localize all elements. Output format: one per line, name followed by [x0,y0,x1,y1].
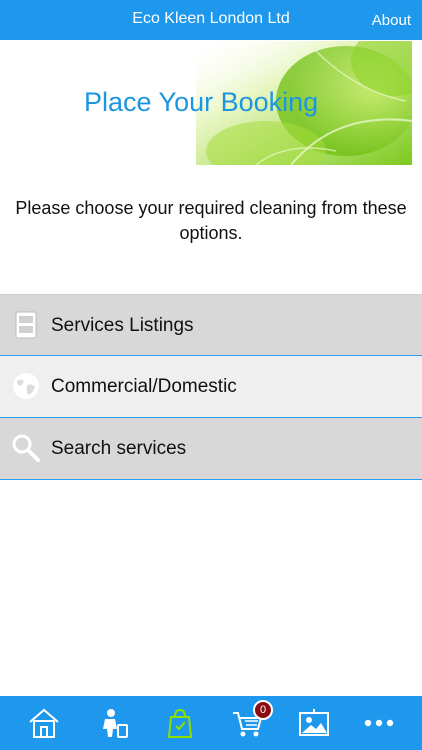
gallery-icon [299,709,329,736]
menu-item-label: Services Listings [51,315,194,336]
menu-item-label: Search services [51,438,187,459]
banner-title: Place Your Booking [84,87,319,117]
globe-icon [13,373,39,399]
booking-banner: Place Your Booking [0,41,412,165]
tab-more[interactable] [350,696,410,750]
menu-item-search-services[interactable]: Search services [0,418,422,480]
cleaner-icon [103,709,128,738]
cart-count-badge: 0 [253,700,273,720]
app-title: Eco Kleen London Ltd [132,10,290,27]
intro-text: Please choose your required cleaning fro… [15,198,407,243]
tab-home[interactable] [14,696,74,750]
home-icon [29,708,59,738]
menu-item-commercial-domestic[interactable]: Commercial/Domestic [0,356,422,418]
tab-shopping-bag[interactable] [150,696,210,750]
tab-cleaner[interactable] [84,696,144,750]
options-menu: Services Listings Commercial/Domestic Se… [0,294,422,480]
bottom-tab-bar [0,696,422,750]
tab-gallery[interactable] [284,696,344,750]
list-icon [15,311,37,339]
menu-item-services-listings[interactable]: Services Listings [0,294,422,356]
more-icon [364,719,394,727]
top-bar: Eco Kleen London Ltd About [0,0,422,40]
menu-item-label: Commercial/Domestic [51,376,237,397]
search-icon [12,434,40,462]
about-link[interactable]: About [372,12,411,29]
shopping-bag-icon [167,708,193,738]
